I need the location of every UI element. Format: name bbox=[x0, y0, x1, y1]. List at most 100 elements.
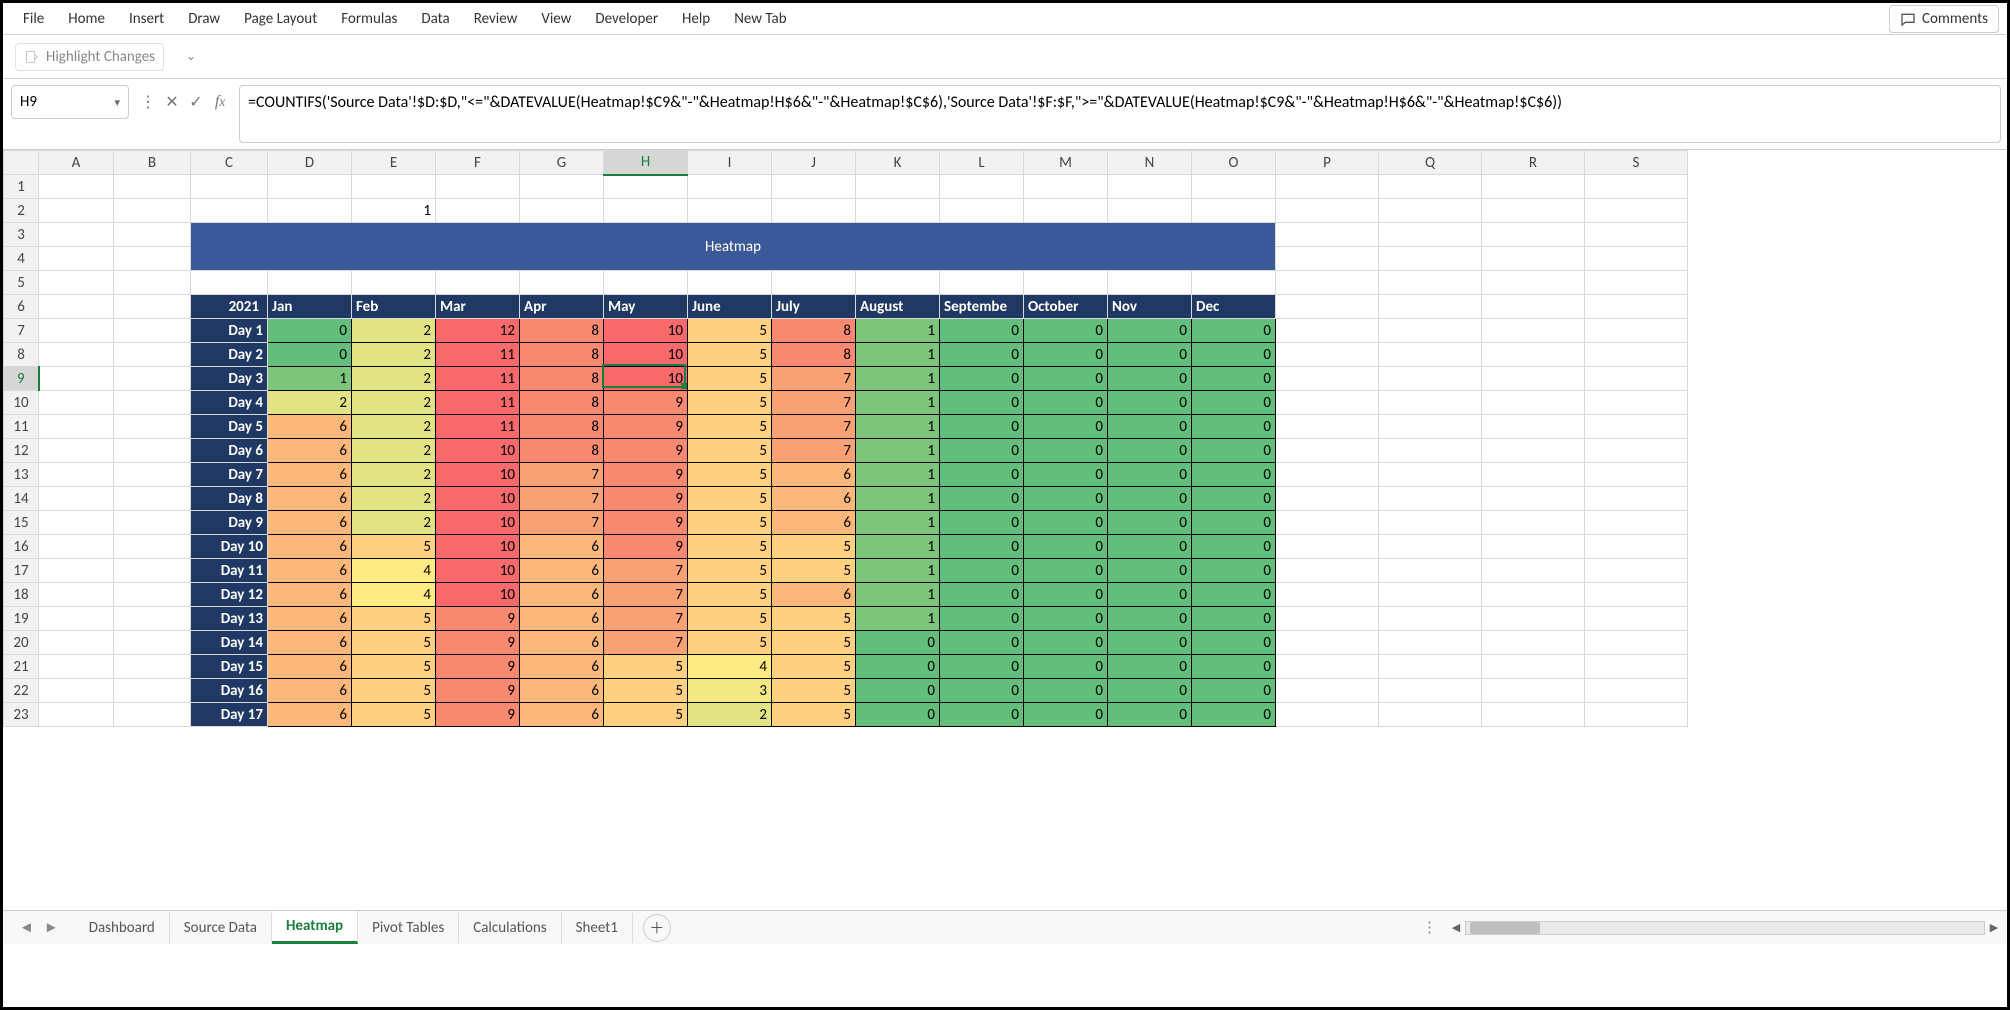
cell-R12[interactable] bbox=[1482, 439, 1585, 463]
heatmap-cell[interactable]: 1 bbox=[856, 511, 940, 535]
heatmap-cell[interactable]: 7 bbox=[520, 487, 604, 511]
heatmap-cell[interactable]: 0 bbox=[1024, 535, 1108, 559]
cell-A8[interactable] bbox=[39, 343, 114, 367]
heatmap-cell[interactable]: 0 bbox=[1192, 391, 1276, 415]
heatmap-cell[interactable]: 5 bbox=[688, 583, 772, 607]
cell-I5[interactable] bbox=[688, 271, 772, 295]
heatmap-cell[interactable]: 0 bbox=[940, 631, 1024, 655]
heatmap-cell[interactable]: 6 bbox=[520, 583, 604, 607]
heatmap-cell[interactable]: 0 bbox=[1024, 703, 1108, 727]
heatmap-cell[interactable]: 6 bbox=[268, 559, 352, 583]
cell-A20[interactable] bbox=[39, 631, 114, 655]
row-header-21[interactable]: 21 bbox=[4, 655, 39, 679]
heatmap-cell[interactable]: 0 bbox=[940, 343, 1024, 367]
row-header-15[interactable]: 15 bbox=[4, 511, 39, 535]
heatmap-cell[interactable]: 8 bbox=[772, 319, 856, 343]
cell-K1[interactable] bbox=[856, 175, 940, 199]
cell-A2[interactable] bbox=[39, 199, 114, 223]
cell-B7[interactable] bbox=[114, 319, 191, 343]
heatmap-cell[interactable]: 6 bbox=[268, 655, 352, 679]
column-header-R[interactable]: R bbox=[1482, 151, 1585, 175]
cell-P15[interactable] bbox=[1276, 511, 1379, 535]
row-header-9[interactable]: 9 bbox=[4, 367, 39, 391]
cell-R22[interactable] bbox=[1482, 679, 1585, 703]
heatmap-cell[interactable]: 10 bbox=[436, 511, 520, 535]
heatmap-cell[interactable]: 6 bbox=[268, 535, 352, 559]
heatmap-cell[interactable]: 6 bbox=[520, 607, 604, 631]
cell-R14[interactable] bbox=[1482, 487, 1585, 511]
cell-M1[interactable] bbox=[1024, 175, 1108, 199]
heatmap-cell[interactable]: 1 bbox=[856, 559, 940, 583]
menu-page-layout[interactable]: Page Layout bbox=[232, 4, 329, 34]
heatmap-cell[interactable]: 9 bbox=[604, 463, 688, 487]
heatmap-cell[interactable]: 0 bbox=[1024, 655, 1108, 679]
heatmap-cell[interactable]: 9 bbox=[436, 655, 520, 679]
cell-E1[interactable] bbox=[352, 175, 436, 199]
cell-A12[interactable] bbox=[39, 439, 114, 463]
sheet-tab-heatmap[interactable]: Heatmap bbox=[272, 911, 358, 944]
heatmap-cell[interactable]: 0 bbox=[268, 319, 352, 343]
heatmap-cell[interactable]: 6 bbox=[520, 679, 604, 703]
cell-S5[interactable] bbox=[1585, 271, 1688, 295]
cell-Q13[interactable] bbox=[1379, 463, 1482, 487]
cell-H2[interactable] bbox=[604, 199, 688, 223]
heatmap-cell[interactable]: 1 bbox=[856, 583, 940, 607]
cell-A6[interactable] bbox=[39, 295, 114, 319]
heatmap-cell[interactable]: 8 bbox=[520, 319, 604, 343]
heatmap-cell[interactable]: 2 bbox=[352, 343, 436, 367]
cell-R17[interactable] bbox=[1482, 559, 1585, 583]
cell-R13[interactable] bbox=[1482, 463, 1585, 487]
heatmap-cell[interactable]: 0 bbox=[1108, 391, 1192, 415]
cell-P23[interactable] bbox=[1276, 703, 1379, 727]
cell-S18[interactable] bbox=[1585, 583, 1688, 607]
scroll-left-button[interactable]: ◀ bbox=[1449, 921, 1463, 934]
cell-Q14[interactable] bbox=[1379, 487, 1482, 511]
heatmap-cell[interactable]: 5 bbox=[772, 559, 856, 583]
heatmap-cell[interactable]: 6 bbox=[772, 463, 856, 487]
heatmap-cell[interactable]: 7 bbox=[604, 583, 688, 607]
enter-icon[interactable]: ✓ bbox=[185, 91, 207, 113]
heatmap-cell[interactable]: 6 bbox=[268, 631, 352, 655]
heatmap-cell[interactable]: 0 bbox=[1024, 559, 1108, 583]
heatmap-cell[interactable]: 12 bbox=[436, 319, 520, 343]
cell-S9[interactable] bbox=[1585, 367, 1688, 391]
heatmap-cell[interactable]: 0 bbox=[1024, 319, 1108, 343]
heatmap-cell[interactable]: 0 bbox=[940, 439, 1024, 463]
heatmap-cell[interactable]: 0 bbox=[940, 511, 1024, 535]
heatmap-cell[interactable]: 6 bbox=[268, 487, 352, 511]
cell-P14[interactable] bbox=[1276, 487, 1379, 511]
cell-Q7[interactable] bbox=[1379, 319, 1482, 343]
heatmap-cell[interactable]: 0 bbox=[1192, 463, 1276, 487]
cell-K5[interactable] bbox=[856, 271, 940, 295]
cell-D2[interactable] bbox=[268, 199, 352, 223]
row-header-4[interactable]: 4 bbox=[4, 247, 39, 271]
cell-P3[interactable] bbox=[1276, 223, 1379, 247]
heatmap-cell[interactable]: 1 bbox=[856, 343, 940, 367]
column-header-P[interactable]: P bbox=[1276, 151, 1379, 175]
cell-S4[interactable] bbox=[1585, 247, 1688, 271]
cell-S14[interactable] bbox=[1585, 487, 1688, 511]
cell-H5[interactable] bbox=[604, 271, 688, 295]
heatmap-cell[interactable]: 0 bbox=[1192, 607, 1276, 631]
heatmap-cell[interactable]: 0 bbox=[1108, 679, 1192, 703]
heatmap-cell[interactable]: 0 bbox=[1024, 367, 1108, 391]
heatmap-cell[interactable]: 6 bbox=[268, 583, 352, 607]
row-header-20[interactable]: 20 bbox=[4, 631, 39, 655]
cell-S10[interactable] bbox=[1585, 391, 1688, 415]
cell-C2[interactable] bbox=[191, 199, 268, 223]
cell-P19[interactable] bbox=[1276, 607, 1379, 631]
heatmap-cell[interactable]: 0 bbox=[856, 703, 940, 727]
formula-input[interactable]: =COUNTIFS('Source Data'!$D:$D,"<="&DATEV… bbox=[239, 85, 2001, 143]
cell-H1[interactable] bbox=[604, 175, 688, 199]
column-header-M[interactable]: M bbox=[1024, 151, 1108, 175]
heatmap-cell[interactable]: 0 bbox=[1192, 655, 1276, 679]
row-header-16[interactable]: 16 bbox=[4, 535, 39, 559]
heatmap-cell[interactable]: 5 bbox=[772, 535, 856, 559]
cell-P9[interactable] bbox=[1276, 367, 1379, 391]
cell-M5[interactable] bbox=[1024, 271, 1108, 295]
cell-J5[interactable] bbox=[772, 271, 856, 295]
row-header-2[interactable]: 2 bbox=[4, 199, 39, 223]
heatmap-cell[interactable]: 0 bbox=[1108, 343, 1192, 367]
heatmap-cell[interactable]: 0 bbox=[1108, 607, 1192, 631]
heatmap-cell[interactable]: 0 bbox=[940, 319, 1024, 343]
